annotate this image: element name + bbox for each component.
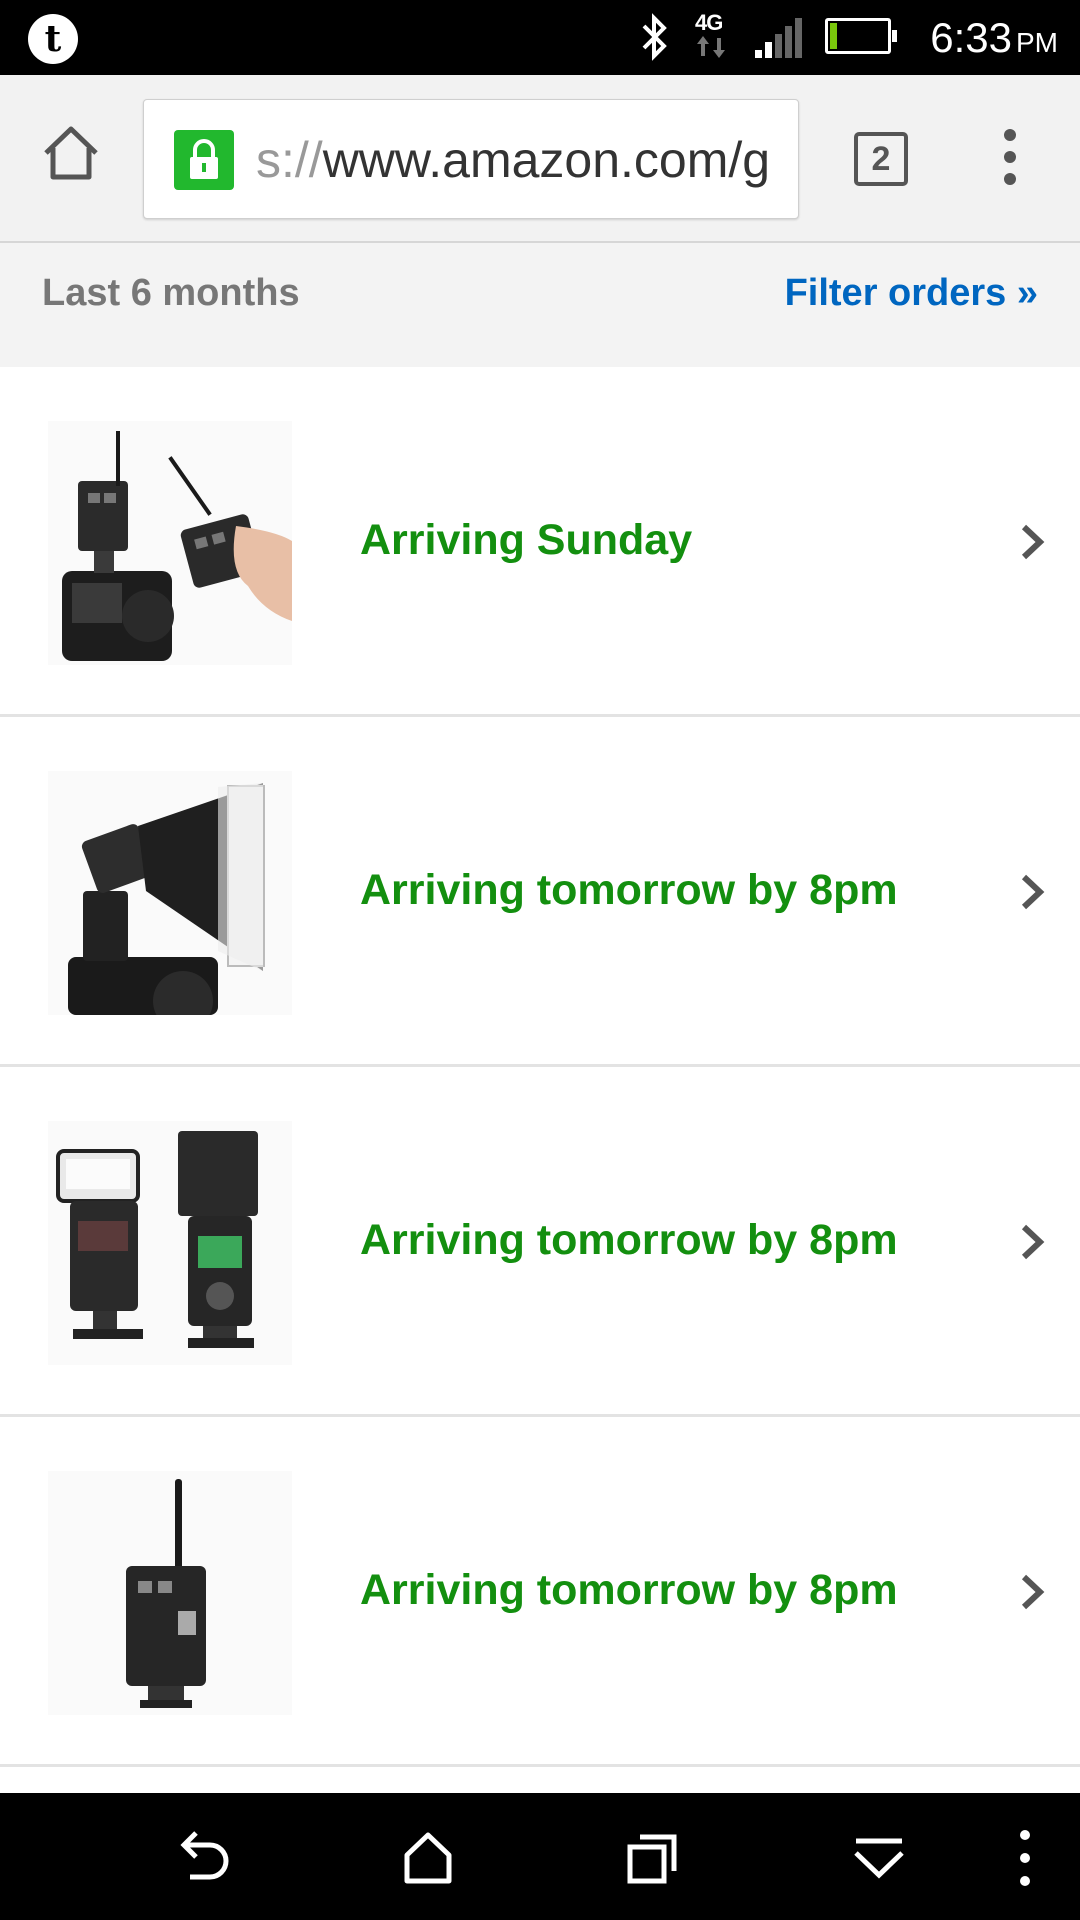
order-status: Arriving Sunday bbox=[360, 516, 693, 564]
clock: 6:33 PM bbox=[930, 14, 1058, 62]
order-row[interactable]: Arriving tomorrow by 8pm bbox=[0, 717, 1080, 1067]
orders-list: Arriving Sunday Arriving tomorrow by 8pm bbox=[0, 367, 1080, 1767]
tab-count: 2 bbox=[871, 139, 891, 178]
back-icon[interactable] bbox=[170, 1823, 240, 1893]
clock-time: 6:33 bbox=[930, 14, 1012, 61]
overflow-menu-icon[interactable] bbox=[998, 129, 1022, 189]
order-status: Arriving tomorrow by 8pm bbox=[360, 866, 898, 914]
status-bar: t 4G 12 6:33 PM bbox=[0, 0, 1080, 75]
signal-strength-icon bbox=[755, 18, 802, 58]
chevron-right-icon bbox=[1021, 1224, 1045, 1260]
time-period-label: Last 6 months bbox=[42, 272, 300, 314]
chevron-right-icon bbox=[1021, 524, 1045, 560]
bluetooth-icon bbox=[642, 13, 667, 61]
nav-menu-icon[interactable] bbox=[1000, 1823, 1050, 1893]
data-arrows-icon bbox=[697, 36, 725, 58]
recent-apps-icon[interactable] bbox=[618, 1823, 688, 1893]
flash-softbox-image bbox=[48, 771, 292, 1031]
order-status: Arriving tomorrow by 8pm bbox=[360, 1216, 898, 1264]
battery-level: 12 bbox=[844, 22, 872, 49]
battery-icon: 12 bbox=[825, 18, 897, 54]
browser-toolbar: s://www.amazon.com/g 2 bbox=[0, 75, 1080, 243]
flash-receiver-image bbox=[48, 1471, 292, 1715]
order-status: Arriving tomorrow by 8pm bbox=[360, 1566, 898, 1614]
tab-switcher-button[interactable]: 2 bbox=[854, 132, 908, 186]
order-row[interactable]: Arriving tomorrow by 8pm bbox=[0, 1417, 1080, 1767]
home-icon[interactable] bbox=[40, 123, 102, 185]
orders-filter-bar: Last 6 months Filter orders » bbox=[0, 243, 1080, 367]
order-row[interactable]: Arriving tomorrow by 8pm bbox=[0, 1067, 1080, 1417]
tumblr-notification-icon: t bbox=[28, 14, 78, 64]
order-row[interactable]: Arriving Sunday bbox=[0, 367, 1080, 717]
clock-ampm: PM bbox=[1016, 27, 1058, 58]
network-type-label: 4G bbox=[695, 10, 723, 35]
url-text[interactable]: s://www.amazon.com/g bbox=[256, 100, 770, 218]
home-nav-icon[interactable] bbox=[393, 1823, 463, 1893]
notification-shade-icon[interactable] bbox=[844, 1823, 914, 1893]
url-scheme: s:// bbox=[256, 132, 323, 188]
android-nav-bar bbox=[0, 1793, 1080, 1920]
network-type-icon: 4G bbox=[695, 10, 729, 63]
address-bar[interactable]: s://www.amazon.com/g bbox=[143, 99, 799, 219]
speedlite-flash-image bbox=[48, 1121, 292, 1365]
chevron-right-icon bbox=[1021, 874, 1045, 910]
wireless-flash-trigger-image bbox=[48, 421, 292, 665]
chevron-right-icon bbox=[1021, 1574, 1045, 1610]
filter-orders-link[interactable]: Filter orders » bbox=[785, 243, 1038, 343]
lock-icon bbox=[174, 130, 234, 190]
url-host: www.amazon.com/g bbox=[322, 132, 770, 188]
